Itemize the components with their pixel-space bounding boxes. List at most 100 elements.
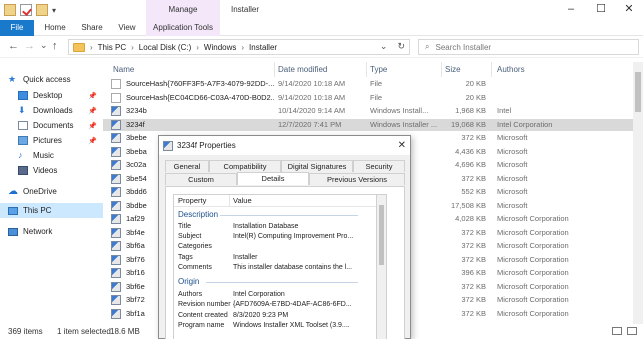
file-authors: Microsoft Corporation xyxy=(497,268,569,277)
new-folder-icon[interactable] xyxy=(36,4,48,16)
property-value[interactable]: Windows Installer XML Toolset (3.9.... xyxy=(233,321,375,331)
title-bar: ▾ Manage Installer – ☐ ✕ xyxy=(0,0,643,20)
sidebar-item-music[interactable]: ♪ Music xyxy=(0,148,103,163)
scrollbar-thumb[interactable] xyxy=(635,72,641,112)
property-value[interactable]: This installer database contains the l..… xyxy=(233,263,375,273)
tab-custom[interactable]: Custom xyxy=(165,173,237,185)
property-row[interactable]: Subject Intel(R) Computing Improvement Pr… xyxy=(174,232,376,242)
property-row[interactable]: Comments This installer database contains… xyxy=(174,263,376,273)
column-divider[interactable] xyxy=(441,62,442,77)
sidebar-item-network[interactable]: Network xyxy=(0,224,103,239)
address-bar[interactable]: › This PC › Local Disk (C:) › Windows › … xyxy=(68,39,410,55)
property-value[interactable]: Installer xyxy=(233,253,375,263)
details-view-icon[interactable] xyxy=(612,327,622,335)
property-row[interactable]: Authors Intel Corporation xyxy=(174,290,376,300)
manage-context-tab[interactable]: Manage xyxy=(146,0,220,20)
property-name: Tags xyxy=(178,254,193,261)
tab-details[interactable]: Details xyxy=(237,172,309,185)
address-dropdown-icon[interactable]: ⌄ xyxy=(380,41,388,51)
onedrive-icon: ☁ xyxy=(8,186,18,197)
forward-icon[interactable]: → xyxy=(24,40,35,52)
scrollbar-thumb[interactable] xyxy=(379,205,384,265)
close-window-button[interactable]: ✕ xyxy=(615,0,643,20)
column-size[interactable]: Size xyxy=(445,65,461,74)
column-divider[interactable] xyxy=(229,195,230,207)
column-authors[interactable]: Authors xyxy=(497,65,525,74)
tab-compatibility[interactable]: Compatibility xyxy=(209,160,281,172)
back-icon[interactable]: ← xyxy=(8,40,19,52)
property-row[interactable]: Content created 8/3/2020 9:23 PM xyxy=(174,311,376,321)
column-value[interactable]: Value xyxy=(233,195,252,207)
file-authors: Microsoft xyxy=(497,173,528,183)
pin-icon[interactable]: 📌 xyxy=(88,92,97,100)
sidebar-item-downloads[interactable]: ⬇ Downloads 📌 xyxy=(0,103,103,118)
sidebar-item-desktop[interactable]: Desktop 📌 xyxy=(0,88,103,103)
property-value[interactable]: {AFD7609A-E7BD-4DAF-AC86-6FD... xyxy=(233,300,375,310)
property-row[interactable]: Program name Windows Installer XML Toolse… xyxy=(174,321,376,331)
column-divider[interactable] xyxy=(274,62,275,77)
installer-file-icon xyxy=(111,173,121,184)
selection-size: 18.6 MB xyxy=(110,327,140,336)
tab-application-tools[interactable]: Application Tools xyxy=(146,20,220,36)
property-row[interactable]: Revision number {AFD7609A-E7BD-4DAF-AC86-… xyxy=(174,300,376,310)
property-value[interactable]: 8/3/2020 9:23 PM xyxy=(233,311,375,321)
pictures-icon xyxy=(18,136,28,145)
file-row[interactable]: 3234b 10/14/2020 9:14 AM Windows Install..… xyxy=(103,105,633,117)
pin-icon[interactable]: 📌 xyxy=(88,122,97,130)
breadcrumb-this-pc[interactable]: This PC xyxy=(98,43,126,52)
section-description: Description xyxy=(178,209,374,221)
tab-share[interactable]: Share xyxy=(77,20,107,36)
sidebar-item-quick-access[interactable]: ★ Quick access xyxy=(0,72,103,87)
column-divider[interactable] xyxy=(491,62,492,77)
search-placeholder[interactable]: Search Installer xyxy=(435,43,491,52)
file-size: 372 KB xyxy=(461,254,486,264)
property-value[interactable]: Intel(R) Computing Improvement Pro... xyxy=(233,232,375,242)
column-date-modified[interactable]: Date modified xyxy=(278,65,327,74)
column-divider[interactable] xyxy=(366,62,367,77)
tab-file[interactable]: File xyxy=(0,20,34,36)
property-row[interactable]: Categories xyxy=(174,242,376,252)
column-type[interactable]: Type xyxy=(370,65,387,74)
up-icon[interactable]: ↑ xyxy=(52,40,58,52)
column-property[interactable]: Property xyxy=(178,195,206,207)
file-list-scrollbar[interactable] xyxy=(633,62,643,324)
sidebar-item-pictures[interactable]: Pictures 📌 xyxy=(0,133,103,148)
folder-icon[interactable] xyxy=(4,4,16,16)
tab-general[interactable]: General xyxy=(165,160,209,172)
property-row[interactable]: Title Installation Database xyxy=(174,222,376,232)
properties-icon[interactable] xyxy=(20,4,32,16)
minimize-button[interactable]: – xyxy=(557,0,585,20)
sidebar-item-videos[interactable]: Videos xyxy=(0,163,103,178)
property-table-scrollbar[interactable] xyxy=(377,194,387,339)
sidebar-item-this-pc[interactable]: This PC xyxy=(0,203,103,218)
file-size: 372 KB xyxy=(461,173,486,183)
refresh-icon[interactable]: ↻ xyxy=(397,41,405,51)
property-row[interactable]: Tags Installer xyxy=(174,253,376,263)
pin-icon[interactable]: 📌 xyxy=(88,137,97,145)
property-value[interactable]: Installation Database xyxy=(233,222,375,232)
pin-icon[interactable]: 📌 xyxy=(88,107,97,115)
tab-home[interactable]: Home xyxy=(40,20,70,36)
file-authors: Microsoft Corporation xyxy=(497,295,569,304)
tab-security[interactable]: Security xyxy=(353,160,405,172)
file-row[interactable]: SourceHash{760FF3F5-A7F3-4079-92DD-... 9/… xyxy=(103,78,633,90)
file-row[interactable]: SourceHash{EC04CD66-C03A-470D-B0D2... 9/1… xyxy=(103,92,633,104)
property-value[interactable]: Intel Corporation xyxy=(233,290,375,300)
dialog-close-button[interactable]: ✕ xyxy=(398,136,406,155)
maximize-button[interactable]: ☐ xyxy=(587,0,615,20)
sidebar-item-documents[interactable]: Documents 📌 xyxy=(0,118,103,133)
column-name[interactable]: Name xyxy=(113,65,134,74)
file-authors: Microsoft Corporation xyxy=(497,214,569,223)
file-row[interactable]: 3234f 12/7/2020 7:41 PM Windows Installer … xyxy=(103,118,633,131)
tab-digital-signatures[interactable]: Digital Signatures xyxy=(281,160,353,172)
breadcrumb-windows[interactable]: Windows xyxy=(204,43,236,52)
recent-locations-icon[interactable]: ⌄ xyxy=(40,40,48,51)
qat-dropdown-icon[interactable]: ▾ xyxy=(52,6,56,15)
tab-view[interactable]: View xyxy=(113,20,141,36)
large-icons-view-icon[interactable] xyxy=(627,327,637,335)
breadcrumb-local-disk[interactable]: Local Disk (C:) xyxy=(139,43,191,52)
sidebar-item-onedrive[interactable]: ☁ OneDrive xyxy=(0,184,103,199)
breadcrumb-installer[interactable]: Installer xyxy=(249,43,277,52)
search-box[interactable]: ⌕ Search Installer xyxy=(418,39,639,55)
tab-previous-versions[interactable]: Previous Versions xyxy=(309,173,405,185)
